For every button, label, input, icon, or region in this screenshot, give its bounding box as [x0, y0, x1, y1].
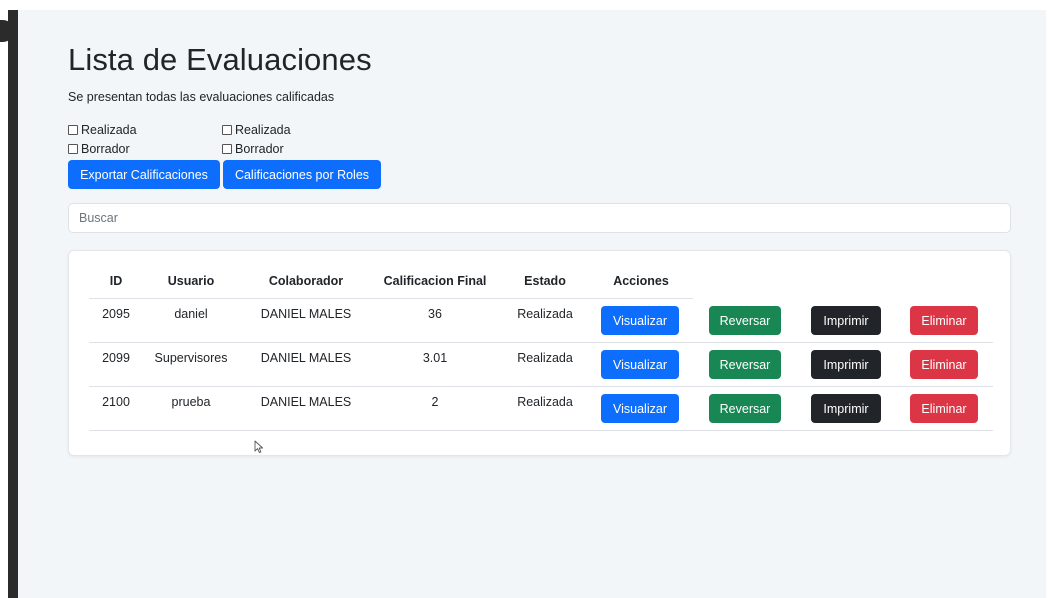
- checkbox-icon: [68, 125, 78, 135]
- table-row: 2095 daniel DANIEL MALES 36 Realizada Vi…: [89, 298, 993, 343]
- cell-calificacion: 3.01: [422, 351, 448, 365]
- header-calificacion: Calificacion Final: [383, 274, 487, 288]
- status-filters: Realizada Borrador Realizada Borrador: [68, 121, 328, 161]
- search-input[interactable]: Buscar: [68, 203, 1011, 233]
- page-subtitle: Se presentan todas las evaluaciones cali…: [68, 90, 335, 104]
- left-edge-bar: [8, 10, 18, 598]
- delete-button[interactable]: Eliminar: [910, 394, 978, 423]
- filter-label: Realizada: [235, 123, 291, 137]
- cell-colaborador: DANIEL MALES: [260, 351, 352, 365]
- evaluations-table-card: ID Usuario Colaborador Calificacion Fina…: [68, 250, 1011, 456]
- view-button[interactable]: Visualizar: [601, 350, 679, 379]
- view-button[interactable]: Visualizar: [601, 394, 679, 423]
- cell-estado: Realizada: [517, 395, 573, 409]
- table-row: 2100 prueba DANIEL MALES 2 Realizada Vis…: [89, 386, 993, 431]
- cell-id: 2095: [102, 307, 130, 321]
- header-acciones: Acciones: [613, 274, 669, 288]
- grades-by-roles-button[interactable]: Calificaciones por Roles: [223, 160, 381, 189]
- page-title: Lista de Evaluaciones: [68, 42, 372, 77]
- checkbox-icon: [68, 144, 78, 154]
- filter-label: Borrador: [235, 142, 284, 156]
- cell-id: 2099: [102, 351, 130, 365]
- revert-button[interactable]: Reversar: [709, 306, 781, 335]
- cell-usuario: Supervisores: [154, 351, 228, 365]
- cell-usuario: daniel: [174, 307, 208, 321]
- cell-calificacion: 2: [431, 395, 439, 409]
- table-header: ID Usuario Colaborador Calificacion Fina…: [89, 270, 693, 299]
- cell-id: 2100: [102, 395, 130, 409]
- delete-button[interactable]: Eliminar: [910, 306, 978, 335]
- cell-colaborador: DANIEL MALES: [260, 307, 352, 321]
- print-button[interactable]: Imprimir: [811, 306, 881, 335]
- toolbar: Exportar Calificaciones Calificaciones p…: [68, 160, 381, 189]
- filter-borrador-checkbox-2[interactable]: Borrador: [222, 140, 284, 158]
- cell-colaborador: DANIEL MALES: [260, 395, 352, 409]
- mouse-pointer-icon: [254, 440, 264, 454]
- filter-realizada-checkbox[interactable]: Realizada: [68, 121, 137, 139]
- checkbox-icon: [222, 125, 232, 135]
- revert-button[interactable]: Reversar: [709, 394, 781, 423]
- print-button[interactable]: Imprimir: [811, 350, 881, 379]
- print-button[interactable]: Imprimir: [811, 394, 881, 423]
- main-content: Lista de Evaluaciones Se presentan todas…: [18, 10, 1046, 598]
- table-row: 2099 Supervisores DANIEL MALES 3.01 Real…: [89, 342, 993, 387]
- cell-calificacion: 36: [428, 307, 442, 321]
- header-estado: Estado: [524, 274, 566, 288]
- header-id: ID: [109, 274, 123, 288]
- cell-estado: Realizada: [517, 307, 573, 321]
- cell-estado: Realizada: [517, 351, 573, 365]
- view-button[interactable]: Visualizar: [601, 306, 679, 335]
- header-usuario: Usuario: [167, 274, 215, 288]
- filter-label: Borrador: [81, 142, 130, 156]
- filter-realizada-checkbox-2[interactable]: Realizada: [222, 121, 291, 139]
- checkbox-icon: [222, 144, 232, 154]
- revert-button[interactable]: Reversar: [709, 350, 781, 379]
- export-grades-button[interactable]: Exportar Calificaciones: [68, 160, 220, 189]
- filter-label: Realizada: [81, 123, 137, 137]
- filter-borrador-checkbox[interactable]: Borrador: [68, 140, 130, 158]
- cell-usuario: prueba: [171, 395, 211, 409]
- header-colaborador: Colaborador: [268, 274, 344, 288]
- delete-button[interactable]: Eliminar: [910, 350, 978, 379]
